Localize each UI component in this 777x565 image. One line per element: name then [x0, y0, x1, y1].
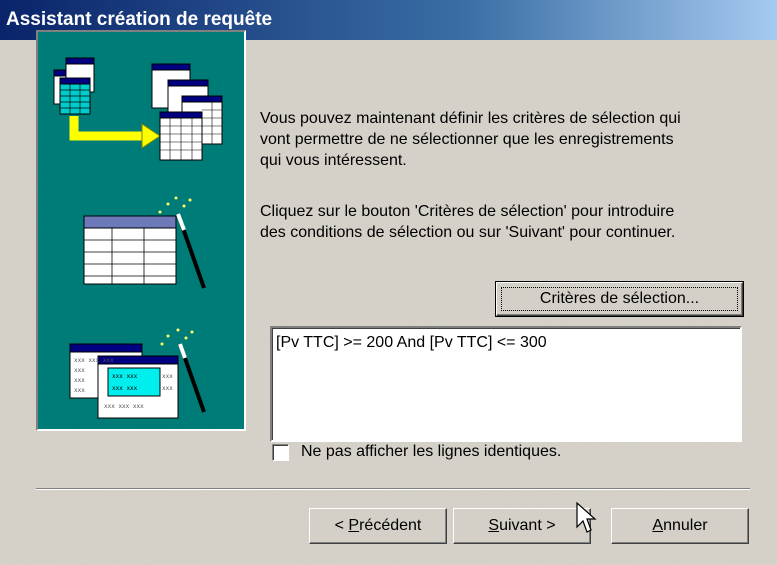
- svg-text:xxx: xxx: [162, 373, 173, 380]
- intro-line: qui vous intéressent.: [260, 152, 407, 169]
- next-button[interactable]: Suivant >: [453, 508, 591, 544]
- wizard-illustration: xxx xxx xxx xxx xxx xxx xxx xxx xxx xxx xxx x…: [36, 30, 246, 431]
- cancel-button-label: Annuler: [652, 517, 707, 534]
- intro-line: Vous pouvez maintenant définir les critè…: [260, 110, 681, 127]
- tables-transfer-icon: [53, 57, 223, 161]
- distinct-checkbox[interactable]: [272, 444, 289, 461]
- previous-button-label: < Précédent: [335, 517, 422, 534]
- svg-text:xxx: xxx: [74, 367, 85, 374]
- svg-text:xxx xxx: xxx xxx: [112, 373, 138, 380]
- svg-text:xxx: xxx: [74, 377, 85, 384]
- criteria-text: [Pv TTC] >= 200 And [Pv TTC] <= 300: [276, 334, 547, 351]
- label-part: nnuler: [663, 517, 708, 534]
- table-wand-icon: [83, 196, 206, 289]
- selected-table-wand-icon: xxx xxx xxx xxx xxx xxx xxx xxx xxx xxx xxx x…: [69, 328, 206, 419]
- intro-line: vont permettre de ne sélectionner que le…: [260, 131, 674, 148]
- intro-line: des conditions de sélection ou sur 'Suiv…: [260, 224, 676, 241]
- svg-text:xxx: xxx: [162, 385, 173, 392]
- label-mnemonic: P: [348, 517, 360, 534]
- cancel-button[interactable]: Annuler: [611, 508, 749, 544]
- criteria-button[interactable]: Critères de sélection...: [495, 281, 744, 317]
- criteria-display[interactable]: [Pv TTC] >= 200 And [Pv TTC] <= 300: [270, 326, 742, 442]
- previous-button[interactable]: < Précédent: [309, 508, 447, 544]
- mouse-pointer-icon: [576, 502, 597, 533]
- label-mnemonic: S: [488, 517, 500, 534]
- criteria-button-label: Critères de sélection...: [539, 290, 700, 307]
- svg-text:xxx xxx: xxx xxx: [112, 385, 138, 392]
- distinct-checkbox-label: Ne pas afficher les lignes identiques.: [301, 443, 562, 460]
- intro-paragraph-2: Cliquez sur le bouton 'Critères de sélec…: [260, 201, 675, 243]
- intro-paragraph-1: Vous pouvez maintenant définir les critè…: [260, 108, 681, 171]
- label-mnemonic: A: [652, 517, 664, 534]
- label-part: récédent: [359, 517, 422, 534]
- label-part: uivant: [499, 517, 542, 534]
- svg-text:xxx xxx xxx: xxx xxx xxx: [74, 357, 114, 364]
- label-part: >: [541, 517, 556, 534]
- next-button-label: Suivant >: [488, 517, 555, 534]
- svg-text:xxx xxx xxx: xxx xxx xxx: [104, 403, 144, 410]
- svg-text:xxx: xxx: [74, 387, 85, 394]
- button-separator: [36, 488, 750, 490]
- label-part: <: [334, 517, 349, 534]
- intro-line: Cliquez sur le bouton 'Critères de sélec…: [260, 203, 675, 220]
